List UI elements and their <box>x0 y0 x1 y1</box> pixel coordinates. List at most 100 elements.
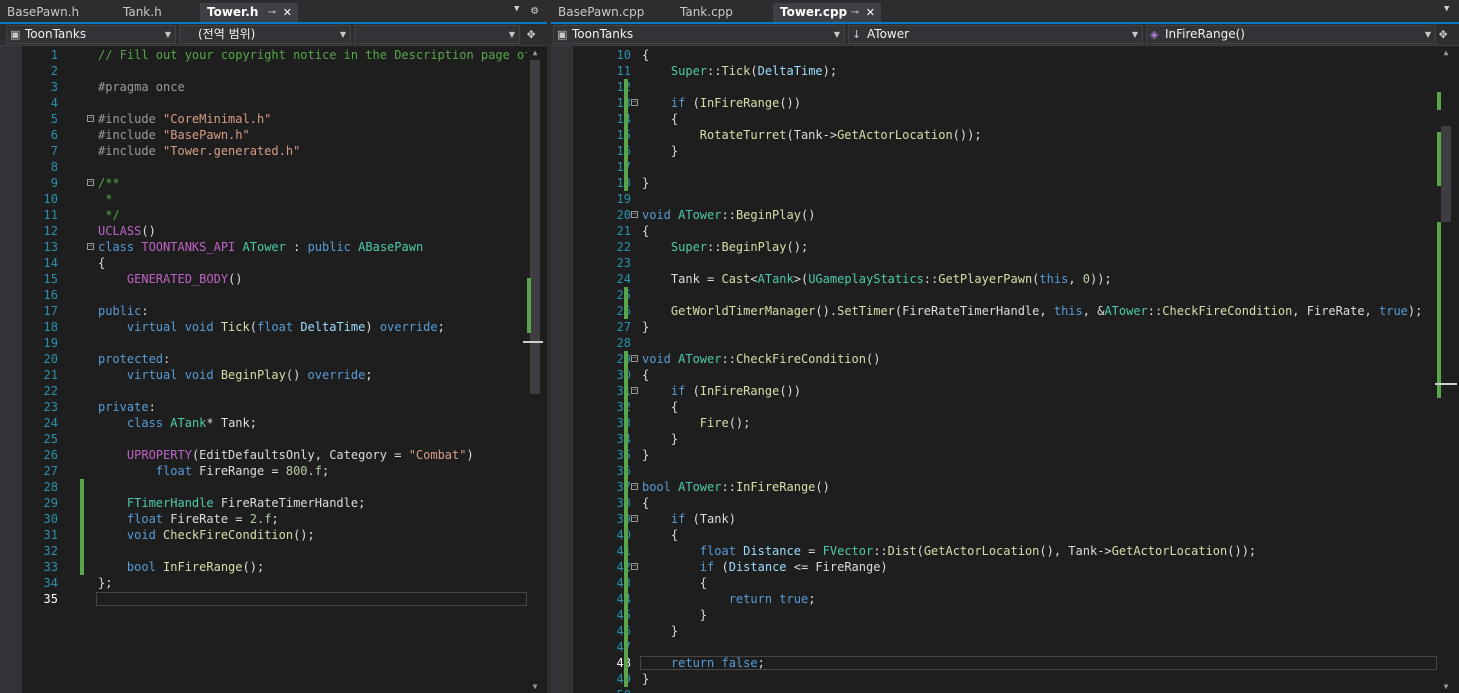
pin-icon[interactable]: ⊸ <box>851 3 859 22</box>
code-line[interactable]: 44 return true; <box>551 591 1437 607</box>
code-line[interactable]: 41 float Distance = FVector::Dist(GetAct… <box>551 543 1437 559</box>
code-line[interactable]: 32 <box>0 543 527 559</box>
close-icon[interactable]: ✕ <box>866 3 875 22</box>
split-window-icon[interactable]: ✥ <box>1439 26 1447 43</box>
collapse-icon[interactable]: − <box>631 99 638 106</box>
code-line[interactable]: 24 class ATank* Tank; <box>0 415 527 431</box>
scope-dropdown[interactable]: ↓ ATower ▼ <box>848 25 1143 44</box>
tab-list-dropdown-icon[interactable]: ▼ <box>1444 4 1449 14</box>
collapse-icon[interactable]: − <box>631 515 638 522</box>
code-line[interactable]: 7 #include "Tower.generated.h" <box>0 143 527 159</box>
code-line[interactable]: 43 { <box>551 575 1437 591</box>
code-line[interactable]: 20 protected: <box>0 351 527 367</box>
tab-tower-cpp[interactable]: Tower.cpp ⊸ ✕ <box>773 3 881 22</box>
code-line[interactable]: 22 Super::BeginPlay(); <box>551 239 1437 255</box>
code-line[interactable]: 8 <box>0 159 527 175</box>
split-window-icon[interactable]: ✥ <box>527 26 535 43</box>
code-line[interactable]: 19 <box>0 335 527 351</box>
code-line[interactable]: 30{ <box>551 367 1437 383</box>
code-line[interactable]: 14 { <box>0 255 527 271</box>
scrollbar-thumb[interactable] <box>1441 126 1451 222</box>
code-line[interactable]: 10 * <box>0 191 527 207</box>
left-code-editor[interactable]: 1 // Fill out your copyright notice in th… <box>0 46 527 693</box>
scope-dropdown[interactable]: (전역 범위) ▼ <box>179 25 351 44</box>
code-line[interactable]: 12 <box>551 79 1437 95</box>
code-line[interactable]: 34 } <box>551 431 1437 447</box>
tab-list-dropdown-icon[interactable]: ▼ <box>514 4 519 14</box>
pin-icon[interactable]: ⊸ <box>268 3 276 22</box>
code-line[interactable]: 23 private: <box>0 399 527 415</box>
code-line[interactable]: 32 { <box>551 399 1437 415</box>
collapse-icon[interactable]: − <box>87 115 94 122</box>
collapse-icon[interactable]: − <box>87 179 94 186</box>
code-line[interactable]: 15 GENERATED_BODY() <box>0 271 527 287</box>
code-line[interactable]: 21 virtual void BeginPlay() override; <box>0 367 527 383</box>
tab-tank-h[interactable]: Tank.h <box>116 3 198 22</box>
code-line[interactable]: 31− if (InFireRange()) <box>551 383 1437 399</box>
code-line[interactable]: 39− if (Tank) <box>551 511 1437 527</box>
code-line[interactable]: 50 <box>551 687 1437 693</box>
code-line[interactable]: 15 RotateTurret(Tank->GetActorLocation()… <box>551 127 1437 143</box>
code-line[interactable]: 35 <box>0 591 527 607</box>
code-line[interactable]: 14 { <box>551 111 1437 127</box>
right-vertical-scrollbar[interactable]: ▲ ▼ <box>1435 46 1457 693</box>
code-line[interactable]: 24 Tank = Cast<ATank>(UGameplayStatics::… <box>551 271 1437 287</box>
collapse-icon[interactable]: − <box>87 243 94 250</box>
code-line[interactable]: 48 return false; <box>551 655 1437 671</box>
scroll-up-icon[interactable]: ▲ <box>527 48 543 57</box>
code-line[interactable]: 16 <box>0 287 527 303</box>
tab-basepawn-cpp[interactable]: BasePawn.cpp <box>551 3 671 22</box>
close-icon[interactable]: ✕ <box>283 3 292 22</box>
code-line[interactable]: 9 −/** <box>0 175 527 191</box>
code-line[interactable]: 33 Fire(); <box>551 415 1437 431</box>
member-dropdown[interactable]: ▼ <box>354 25 520 44</box>
code-line[interactable]: 3 #pragma once <box>0 79 527 95</box>
collapse-icon[interactable]: − <box>631 355 638 362</box>
code-line[interactable]: 25 <box>551 287 1437 303</box>
code-line[interactable]: 4 <box>0 95 527 111</box>
code-line[interactable]: 16 } <box>551 143 1437 159</box>
code-line[interactable]: 35} <box>551 447 1437 463</box>
code-line[interactable]: 10 { <box>551 47 1437 63</box>
code-line[interactable]: 19 <box>551 191 1437 207</box>
code-line[interactable]: 26 UPROPERTY(EditDefaultsOnly, Category … <box>0 447 527 463</box>
code-line[interactable]: 28 <box>551 335 1437 351</box>
code-line[interactable]: 17 <box>551 159 1437 175</box>
tab-tower-h[interactable]: Tower.h ⊸ ✕ <box>200 3 298 22</box>
code-line[interactable]: 38{ <box>551 495 1437 511</box>
gear-icon[interactable]: ⚙ <box>531 3 538 17</box>
code-line[interactable]: 17 public: <box>0 303 527 319</box>
code-line[interactable]: 23 <box>551 255 1437 271</box>
code-line[interactable]: 49} <box>551 671 1437 687</box>
code-line[interactable]: 47 <box>551 639 1437 655</box>
scroll-down-icon[interactable]: ▼ <box>527 682 543 691</box>
left-vertical-scrollbar[interactable]: ▲ ▼ <box>523 46 543 693</box>
code-line[interactable]: 13− if (InFireRange()) <box>551 95 1437 111</box>
code-line[interactable]: 34}; <box>0 575 527 591</box>
code-line[interactable]: 20− void ATower::BeginPlay() <box>551 207 1437 223</box>
scroll-down-icon[interactable]: ▼ <box>1437 682 1455 691</box>
scroll-up-icon[interactable]: ▲ <box>1437 48 1455 57</box>
code-line[interactable]: 40 { <box>551 527 1437 543</box>
code-line[interactable]: 21 { <box>551 223 1437 239</box>
code-line[interactable]: 12 UCLASS() <box>0 223 527 239</box>
code-line[interactable]: 2 <box>0 63 527 79</box>
collapse-icon[interactable]: − <box>631 211 638 218</box>
tab-tank-cpp[interactable]: Tank.cpp <box>673 3 769 22</box>
code-line[interactable]: 13 − class TOONTANKS_API ATower : public A… <box>0 239 527 255</box>
tab-basepawn-h[interactable]: BasePawn.h <box>0 3 114 22</box>
project-dropdown[interactable]: ▣ ToonTanks ▼ <box>6 25 176 44</box>
project-dropdown[interactable]: ▣ ToonTanks ▼ <box>553 25 845 44</box>
code-line[interactable]: 22 <box>0 383 527 399</box>
member-dropdown[interactable]: ◈ InFireRange() ▼ <box>1146 25 1436 44</box>
code-line[interactable]: 29−void ATower::CheckFireCondition() <box>551 351 1437 367</box>
code-line[interactable]: 27} <box>551 319 1437 335</box>
code-line[interactable]: 37−bool ATower::InFireRange() <box>551 479 1437 495</box>
code-line[interactable]: 11 Super::Tick(DeltaTime); <box>551 63 1437 79</box>
code-line[interactable]: 42− if (Distance <= FireRange) <box>551 559 1437 575</box>
code-line[interactable]: 11 */ <box>0 207 527 223</box>
scrollbar-thumb[interactable] <box>530 60 540 394</box>
code-line[interactable]: 28 <box>0 479 527 495</box>
code-line[interactable]: 36 <box>551 463 1437 479</box>
collapse-icon[interactable]: − <box>631 387 638 394</box>
